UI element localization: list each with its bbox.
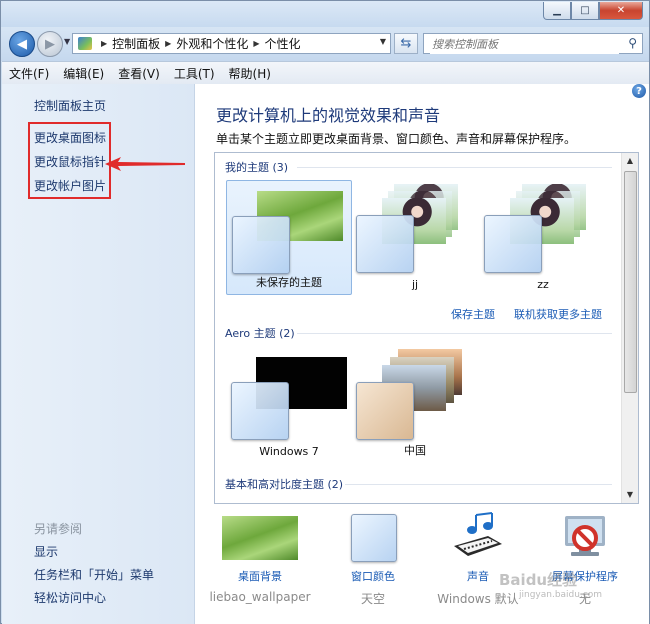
watermark: Baidu经验 xyxy=(499,571,578,589)
chevron-right-icon[interactable]: ▶ xyxy=(101,39,107,48)
basic-themes-heading: 基本和高对比度主题 (2) xyxy=(225,478,344,491)
theme-jj[interactable]: jj xyxy=(352,180,478,295)
theme-zz[interactable]: zz xyxy=(480,180,606,295)
window-color-swatch xyxy=(232,216,290,274)
page-description: 单击某个主题立即更改桌面背景、窗口颜色、声音和屏幕保护程序。 xyxy=(216,132,577,146)
theme-name: 未保存的主题 xyxy=(256,276,322,289)
scroll-thumb[interactable] xyxy=(624,171,637,393)
breadcrumb-appearance[interactable]: 外观和个性化 xyxy=(176,35,248,52)
change-desktop-icons-link[interactable]: 更改桌面图标 xyxy=(34,129,106,146)
window-color-swatch xyxy=(484,215,542,273)
title-bar: ▁ □ ✕ xyxy=(1,1,649,27)
change-mouse-pointers-link[interactable]: 更改鼠标指针 xyxy=(34,153,106,170)
window-controls: ▁ □ ✕ xyxy=(543,2,643,20)
address-bar[interactable]: ▶ 控制面板 ▶ 外观和个性化 ▶ 个性化 ▼ xyxy=(72,33,391,54)
divider xyxy=(297,333,612,334)
breadcrumb-control-panel[interactable]: 控制面板 xyxy=(112,35,160,52)
window-color-swatch xyxy=(231,382,289,440)
no-screensaver-icon xyxy=(565,516,605,556)
music-notes-icon xyxy=(454,512,502,556)
forward-button[interactable]: ▶ xyxy=(37,31,63,57)
theme-list: 我的主题 (3) 未保存的主题 jj zz 保存主题 联机获取更多主题 Aero… xyxy=(214,152,639,504)
background-thumbnail xyxy=(222,516,298,560)
scroll-down-icon[interactable]: ▼ xyxy=(622,487,638,503)
divider xyxy=(345,484,612,485)
window-color-swatch xyxy=(356,382,414,440)
taskbar-start-menu-link[interactable]: 任务栏和「开始」菜单 xyxy=(34,566,154,583)
get-more-themes-link[interactable]: 联机获取更多主题 xyxy=(514,306,602,322)
minimize-button[interactable]: ▁ xyxy=(543,2,571,20)
chevron-right-icon[interactable]: ▶ xyxy=(165,39,171,48)
display-link[interactable]: 显示 xyxy=(34,543,58,560)
page-title: 更改计算机上的视觉效果和声音 xyxy=(216,106,441,125)
sound-value: Windows 默认 xyxy=(437,592,519,606)
change-account-picture-link[interactable]: 更改帐户图片 xyxy=(34,177,106,194)
screensaver-icon xyxy=(555,512,615,562)
refresh-button[interactable]: ⇆ xyxy=(394,33,418,54)
theme-list-scrollbar[interactable]: ▲ ▼ xyxy=(621,153,638,503)
my-themes-heading: 我的主题 (3) xyxy=(225,161,289,174)
window-color-icon xyxy=(343,512,403,562)
theme-windows7[interactable]: Windows 7 xyxy=(226,347,352,462)
search-box[interactable]: ⚲ xyxy=(423,33,643,54)
divider xyxy=(297,167,612,168)
menu-edit[interactable]: 编辑(E) xyxy=(56,65,111,82)
aero-themes-heading: Aero 主题 (2) xyxy=(225,327,295,340)
menu-bar: 文件(F) 编辑(E) 查看(V) 工具(T) 帮助(H) xyxy=(2,61,649,85)
sound-setting[interactable]: 声音 Windows 默认 xyxy=(423,512,533,607)
sidebar: 控制面板主页 更改桌面图标 更改鼠标指针 更改帐户图片 另请参阅 显示 任务栏和… xyxy=(2,84,195,624)
main-content: ? 更改计算机上的视觉效果和声音 单击某个主题立即更改桌面背景、窗口颜色、声音和… xyxy=(195,84,649,624)
save-theme-link[interactable]: 保存主题 xyxy=(451,306,495,322)
menu-help[interactable]: 帮助(H) xyxy=(222,65,278,82)
desktop-background-setting[interactable]: 桌面背景 liebao_wallpaper xyxy=(205,512,315,604)
desktop-background-label[interactable]: 桌面背景 xyxy=(205,568,315,584)
window-color-swatch xyxy=(351,514,397,562)
watermark-url: jingyan.baidu.com xyxy=(519,590,603,600)
window-color-label[interactable]: 窗口颜色 xyxy=(318,568,428,584)
desktop-background-icon xyxy=(222,512,298,562)
menu-view[interactable]: 查看(V) xyxy=(111,65,167,82)
window-color-swatch xyxy=(356,215,414,273)
menu-tools[interactable]: 工具(T) xyxy=(167,65,222,82)
navigation-bar: ◀ ▶ ▼ ▶ 控制面板 ▶ 外观和个性化 ▶ 个性化 ▼ ⇆ ⚲ xyxy=(1,27,649,61)
control-panel-home-link[interactable]: 控制面板主页 xyxy=(34,97,106,114)
see-also-heading: 另请参阅 xyxy=(34,522,83,536)
theme-china[interactable]: 中国 xyxy=(352,347,478,462)
ease-of-access-link[interactable]: 轻松访问中心 xyxy=(34,589,106,606)
control-panel-icon xyxy=(78,37,92,50)
close-button[interactable]: ✕ xyxy=(599,2,643,20)
theme-name: Windows 7 xyxy=(259,445,319,458)
menu-file[interactable]: 文件(F) xyxy=(2,65,56,82)
window-color-setting[interactable]: 窗口颜色 天空 xyxy=(318,512,428,607)
breadcrumb-personalization[interactable]: 个性化 xyxy=(265,35,301,52)
chevron-right-icon[interactable]: ▶ xyxy=(253,39,259,48)
scroll-up-icon[interactable]: ▲ xyxy=(622,153,638,169)
window-frame: ▁ □ ✕ ◀ ▶ ▼ ▶ 控制面板 ▶ 外观和个性化 ▶ 个性化 ▼ ⇆ ⚲ … xyxy=(0,0,650,624)
maximize-button[interactable]: □ xyxy=(571,2,599,20)
theme-unsaved[interactable]: 未保存的主题 xyxy=(226,180,352,295)
search-icon[interactable]: ⚲ xyxy=(628,36,637,50)
search-input[interactable] xyxy=(430,35,619,54)
back-button[interactable]: ◀ xyxy=(9,31,35,57)
red-arrow-annotation xyxy=(105,157,185,171)
theme-name: jj xyxy=(411,278,419,291)
recent-pages-dropdown-icon[interactable]: ▼ xyxy=(64,37,70,46)
theme-name: zz xyxy=(537,278,549,291)
sound-icon xyxy=(448,512,508,562)
help-icon[interactable]: ? xyxy=(632,84,646,98)
theme-name: 中国 xyxy=(404,444,426,457)
desktop-background-value: liebao_wallpaper xyxy=(209,590,311,604)
address-dropdown-icon[interactable]: ▼ xyxy=(380,37,386,46)
window-color-value: 天空 xyxy=(360,592,385,606)
